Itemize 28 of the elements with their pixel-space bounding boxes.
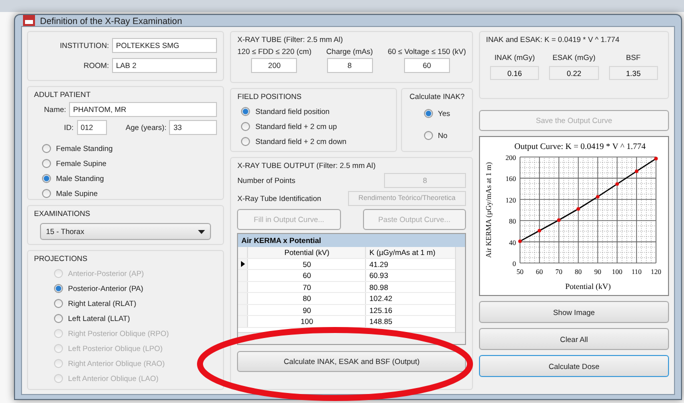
data-point (634, 170, 638, 174)
row-header[interactable] (238, 258, 248, 269)
data-point (654, 156, 658, 160)
radio-button[interactable] (54, 284, 63, 292)
radio-button[interactable] (42, 158, 51, 168)
app-icon (23, 15, 35, 26)
row-pointer-icon (240, 260, 245, 267)
chart-title: Output Curve: K = 0.0419 * V ^ 1.774 (514, 141, 646, 151)
radio-button[interactable] (42, 144, 51, 152)
data-point (615, 182, 619, 186)
radio-button[interactable] (54, 298, 63, 308)
radio-button[interactable] (424, 130, 433, 140)
window-title: Definition of the X-Ray Examination (40, 16, 182, 26)
vertical-scrollbar[interactable] (455, 247, 465, 332)
caret-icon (198, 230, 206, 234)
radio-button[interactable] (241, 106, 250, 116)
data-point (518, 239, 522, 244)
radio-button[interactable] (424, 108, 433, 118)
radio-button[interactable] (54, 314, 63, 322)
data-point (538, 228, 542, 232)
radio-button[interactable] (241, 136, 250, 146)
radio-button[interactable] (42, 188, 51, 198)
radio-button[interactable] (241, 122, 250, 130)
data-point (576, 207, 580, 211)
x-axis-label: Potential (kV) (565, 282, 611, 291)
radio-button[interactable] (42, 174, 51, 182)
data-point (557, 218, 561, 222)
data-point (596, 194, 600, 199)
